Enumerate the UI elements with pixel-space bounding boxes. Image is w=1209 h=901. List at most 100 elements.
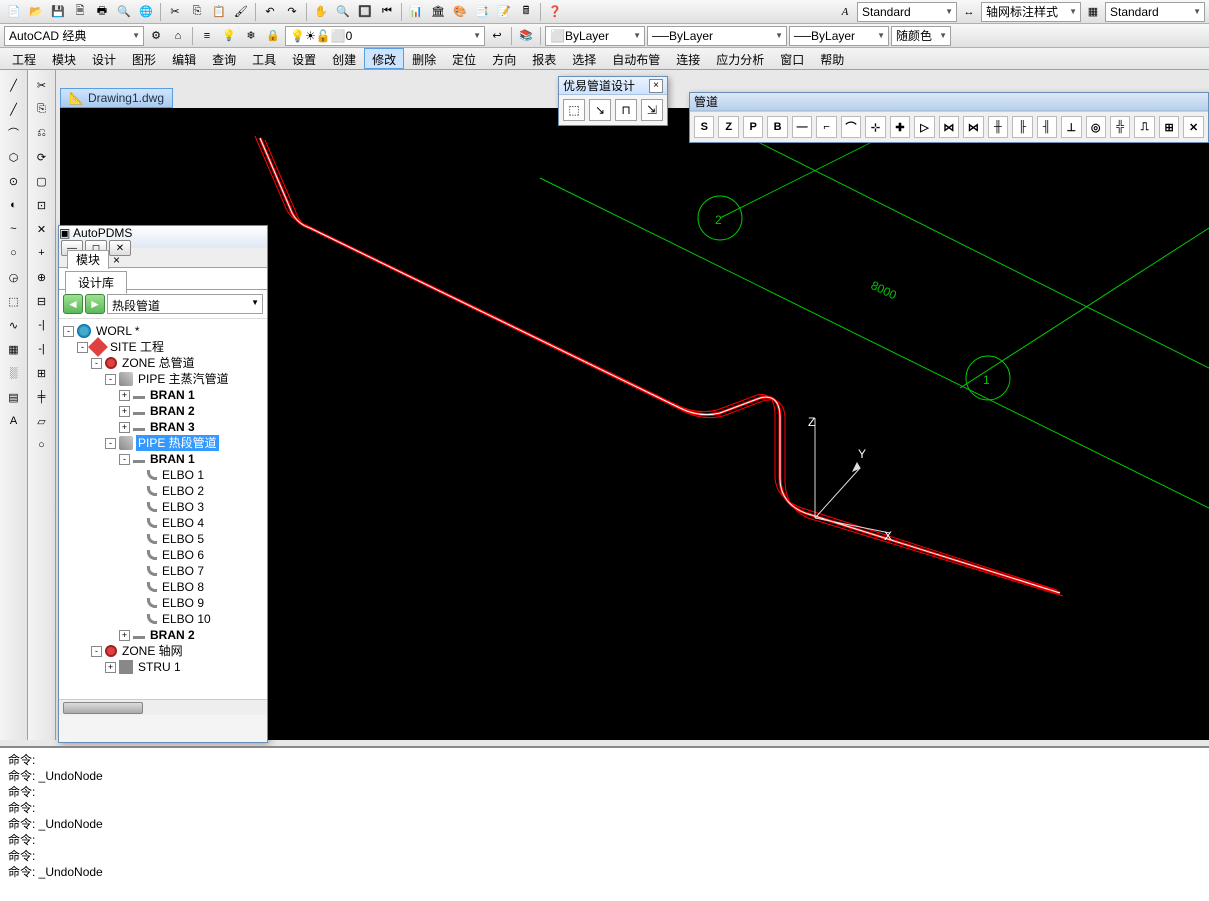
panel-btn-4[interactable]: ⇲ (641, 99, 663, 121)
tool-b-10[interactable]: -| (31, 314, 53, 336)
design-lib-tab[interactable]: 设计库 (65, 271, 127, 294)
tree-node[interactable]: +BRAN 1 (61, 387, 265, 403)
tree-label[interactable]: SITE 工程 (108, 339, 166, 355)
layer-prop-icon[interactable]: ≡ (197, 26, 217, 46)
tree-label[interactable]: ELBO 6 (160, 547, 206, 563)
text-style-icon[interactable]: A (835, 2, 855, 22)
cut-icon[interactable]: ✂ (165, 2, 185, 22)
menu-查询[interactable]: 查询 (204, 48, 244, 69)
tree-node[interactable]: -ZONE 轴网 (61, 643, 265, 659)
pipe-design-panel[interactable]: 优易管道设计 × ⬚ ↘ ⊓ ⇲ (558, 76, 668, 126)
layer-tools-icon[interactable]: 📚 (516, 26, 536, 46)
menu-模块[interactable]: 模块 (44, 48, 84, 69)
pipe-btn-5[interactable]: ⌐ (816, 116, 836, 138)
copy-icon[interactable]: ⎘ (187, 2, 207, 22)
tree-label[interactable]: BRAN 2 (148, 627, 197, 643)
props-icon[interactable]: 📊 (406, 2, 426, 22)
tool-b-14[interactable]: ⏥ (31, 410, 53, 432)
tool-b-4[interactable]: ▢ (31, 170, 53, 192)
menu-自动布管[interactable]: 自动布管 (604, 48, 668, 69)
sheet-icon[interactable]: 📑 (472, 2, 492, 22)
ws-home-icon[interactable]: ⌂ (168, 26, 188, 46)
menu-修改[interactable]: 修改 (364, 48, 404, 69)
menu-图形[interactable]: 图形 (124, 48, 164, 69)
tree-node[interactable]: ELBO 9 (61, 595, 265, 611)
pipe-btn-2[interactable]: P (743, 116, 763, 138)
plot-icon[interactable]: 🖶 (92, 2, 112, 22)
tool-a-3[interactable]: ⬡ (3, 146, 25, 168)
panel-btn-2[interactable]: ↘ (589, 99, 611, 121)
tree-label[interactable]: ZONE 总管道 (120, 355, 197, 371)
pipe-design-titlebar[interactable]: 优易管道设计 × (559, 77, 667, 95)
tool-a-7[interactable]: ○ (3, 242, 25, 264)
tree-node[interactable]: + STRU 1 (61, 659, 265, 675)
menu-连接[interactable]: 连接 (668, 48, 708, 69)
undo-icon[interactable]: ↶ (260, 2, 280, 22)
menu-选择[interactable]: 选择 (564, 48, 604, 69)
tree-node[interactable]: ELBO 7 (61, 563, 265, 579)
tree-label[interactable]: ELBO 8 (160, 579, 206, 595)
tree-node[interactable]: ELBO 6 (61, 547, 265, 563)
pipe-btn-14[interactable]: ╢ (1037, 116, 1057, 138)
pipe-btn-13[interactable]: ╟ (1012, 116, 1032, 138)
tree-node[interactable]: ELBO 2 (61, 483, 265, 499)
tree-toggle[interactable]: + (105, 662, 116, 673)
close-icon[interactable]: × (649, 79, 663, 93)
menu-方向[interactable]: 方向 (484, 48, 524, 69)
tree-toggle[interactable]: - (105, 374, 116, 385)
autopdms-titlebar[interactable]: ▣ AutoPDMS — ◻ ✕ (59, 226, 267, 248)
save-icon[interactable]: 💾 (48, 2, 68, 22)
publish-icon[interactable]: 🌐 (136, 2, 156, 22)
layer-combo[interactable]: 💡☀🔓⬜ 0 (285, 26, 485, 46)
tree-label[interactable]: ELBO 5 (160, 531, 206, 547)
nav-fwd-button[interactable]: ► (85, 294, 105, 314)
tree-label[interactable]: BRAN 2 (148, 403, 197, 419)
pipe-btn-6[interactable]: ⌒ (841, 116, 861, 138)
tool-b-12[interactable]: ⊞ (31, 362, 53, 384)
tool-b-7[interactable]: + (31, 242, 53, 264)
tool-b-13[interactable]: ╪ (31, 386, 53, 408)
tree-label[interactable]: STRU 1 (136, 659, 183, 675)
module-tab[interactable]: 模块 (67, 250, 109, 269)
tool-a-14[interactable]: A (3, 410, 25, 432)
ws-settings-icon[interactable]: ⚙ (146, 26, 166, 46)
paste-icon[interactable]: 📋 (209, 2, 229, 22)
tree-label[interactable]: BRAN 1 (148, 387, 197, 403)
tree-node[interactable]: - PIPE 主蒸汽管道 (61, 371, 265, 387)
pipe-btn-16[interactable]: ◎ (1086, 116, 1106, 138)
pipe-btn-12[interactable]: ╫ (988, 116, 1008, 138)
tool-b-0[interactable]: ✂ (31, 74, 53, 96)
tree-toggle[interactable]: + (119, 422, 130, 433)
help-icon[interactable]: ❓ (545, 2, 565, 22)
tree-node[interactable]: -WORL * (61, 323, 265, 339)
tree-node[interactable]: - ZONE 总管道 (61, 355, 265, 371)
linetype-combo[interactable]: ── ByLayer (647, 26, 787, 46)
menu-定位[interactable]: 定位 (444, 48, 484, 69)
tree-node[interactable]: ELBO 3 (61, 499, 265, 515)
tree-node[interactable]: +BRAN 2 (61, 627, 265, 643)
command-area[interactable]: 命令:命令: _UndoNode命令:命令:命令: _UndoNode命令:命令… (0, 746, 1209, 901)
tool-a-5[interactable]: ◐ (3, 194, 25, 216)
pipe-btn-0[interactable]: S (694, 116, 714, 138)
pipe-btn-20[interactable]: ✕ (1183, 116, 1203, 138)
menu-设计[interactable]: 设计 (84, 48, 124, 69)
dcenter-icon[interactable]: 🏛 (428, 2, 448, 22)
tool-b-9[interactable]: ⊟ (31, 290, 53, 312)
layer-prev-icon[interactable]: ↩ (487, 26, 507, 46)
pipe-btn-8[interactable]: ✚ (890, 116, 910, 138)
tree-node[interactable]: -BRAN 1 (61, 451, 265, 467)
plotstyle-combo[interactable]: 随颜色 (891, 26, 951, 46)
pipe-toolbar-titlebar[interactable]: 管道 (690, 93, 1208, 111)
tool-b-15[interactable]: ○ (31, 434, 53, 456)
tree-label[interactable]: PIPE 主蒸汽管道 (136, 371, 231, 387)
tree-node[interactable]: ELBO 10 (61, 611, 265, 627)
tool-a-8[interactable]: ◶ (3, 266, 25, 288)
dim-style-combo[interactable]: 轴网标注样式 (981, 2, 1081, 22)
tree-label[interactable]: ELBO 10 (160, 611, 213, 627)
nav-back-button[interactable]: ◄ (63, 294, 83, 314)
tree-toggle[interactable]: - (91, 358, 102, 369)
tool-a-13[interactable]: ▤ (3, 386, 25, 408)
tool-b-2[interactable]: ⎌ (31, 122, 53, 144)
tree-toggle[interactable]: - (105, 438, 116, 449)
tool-b-5[interactable]: ⊡ (31, 194, 53, 216)
